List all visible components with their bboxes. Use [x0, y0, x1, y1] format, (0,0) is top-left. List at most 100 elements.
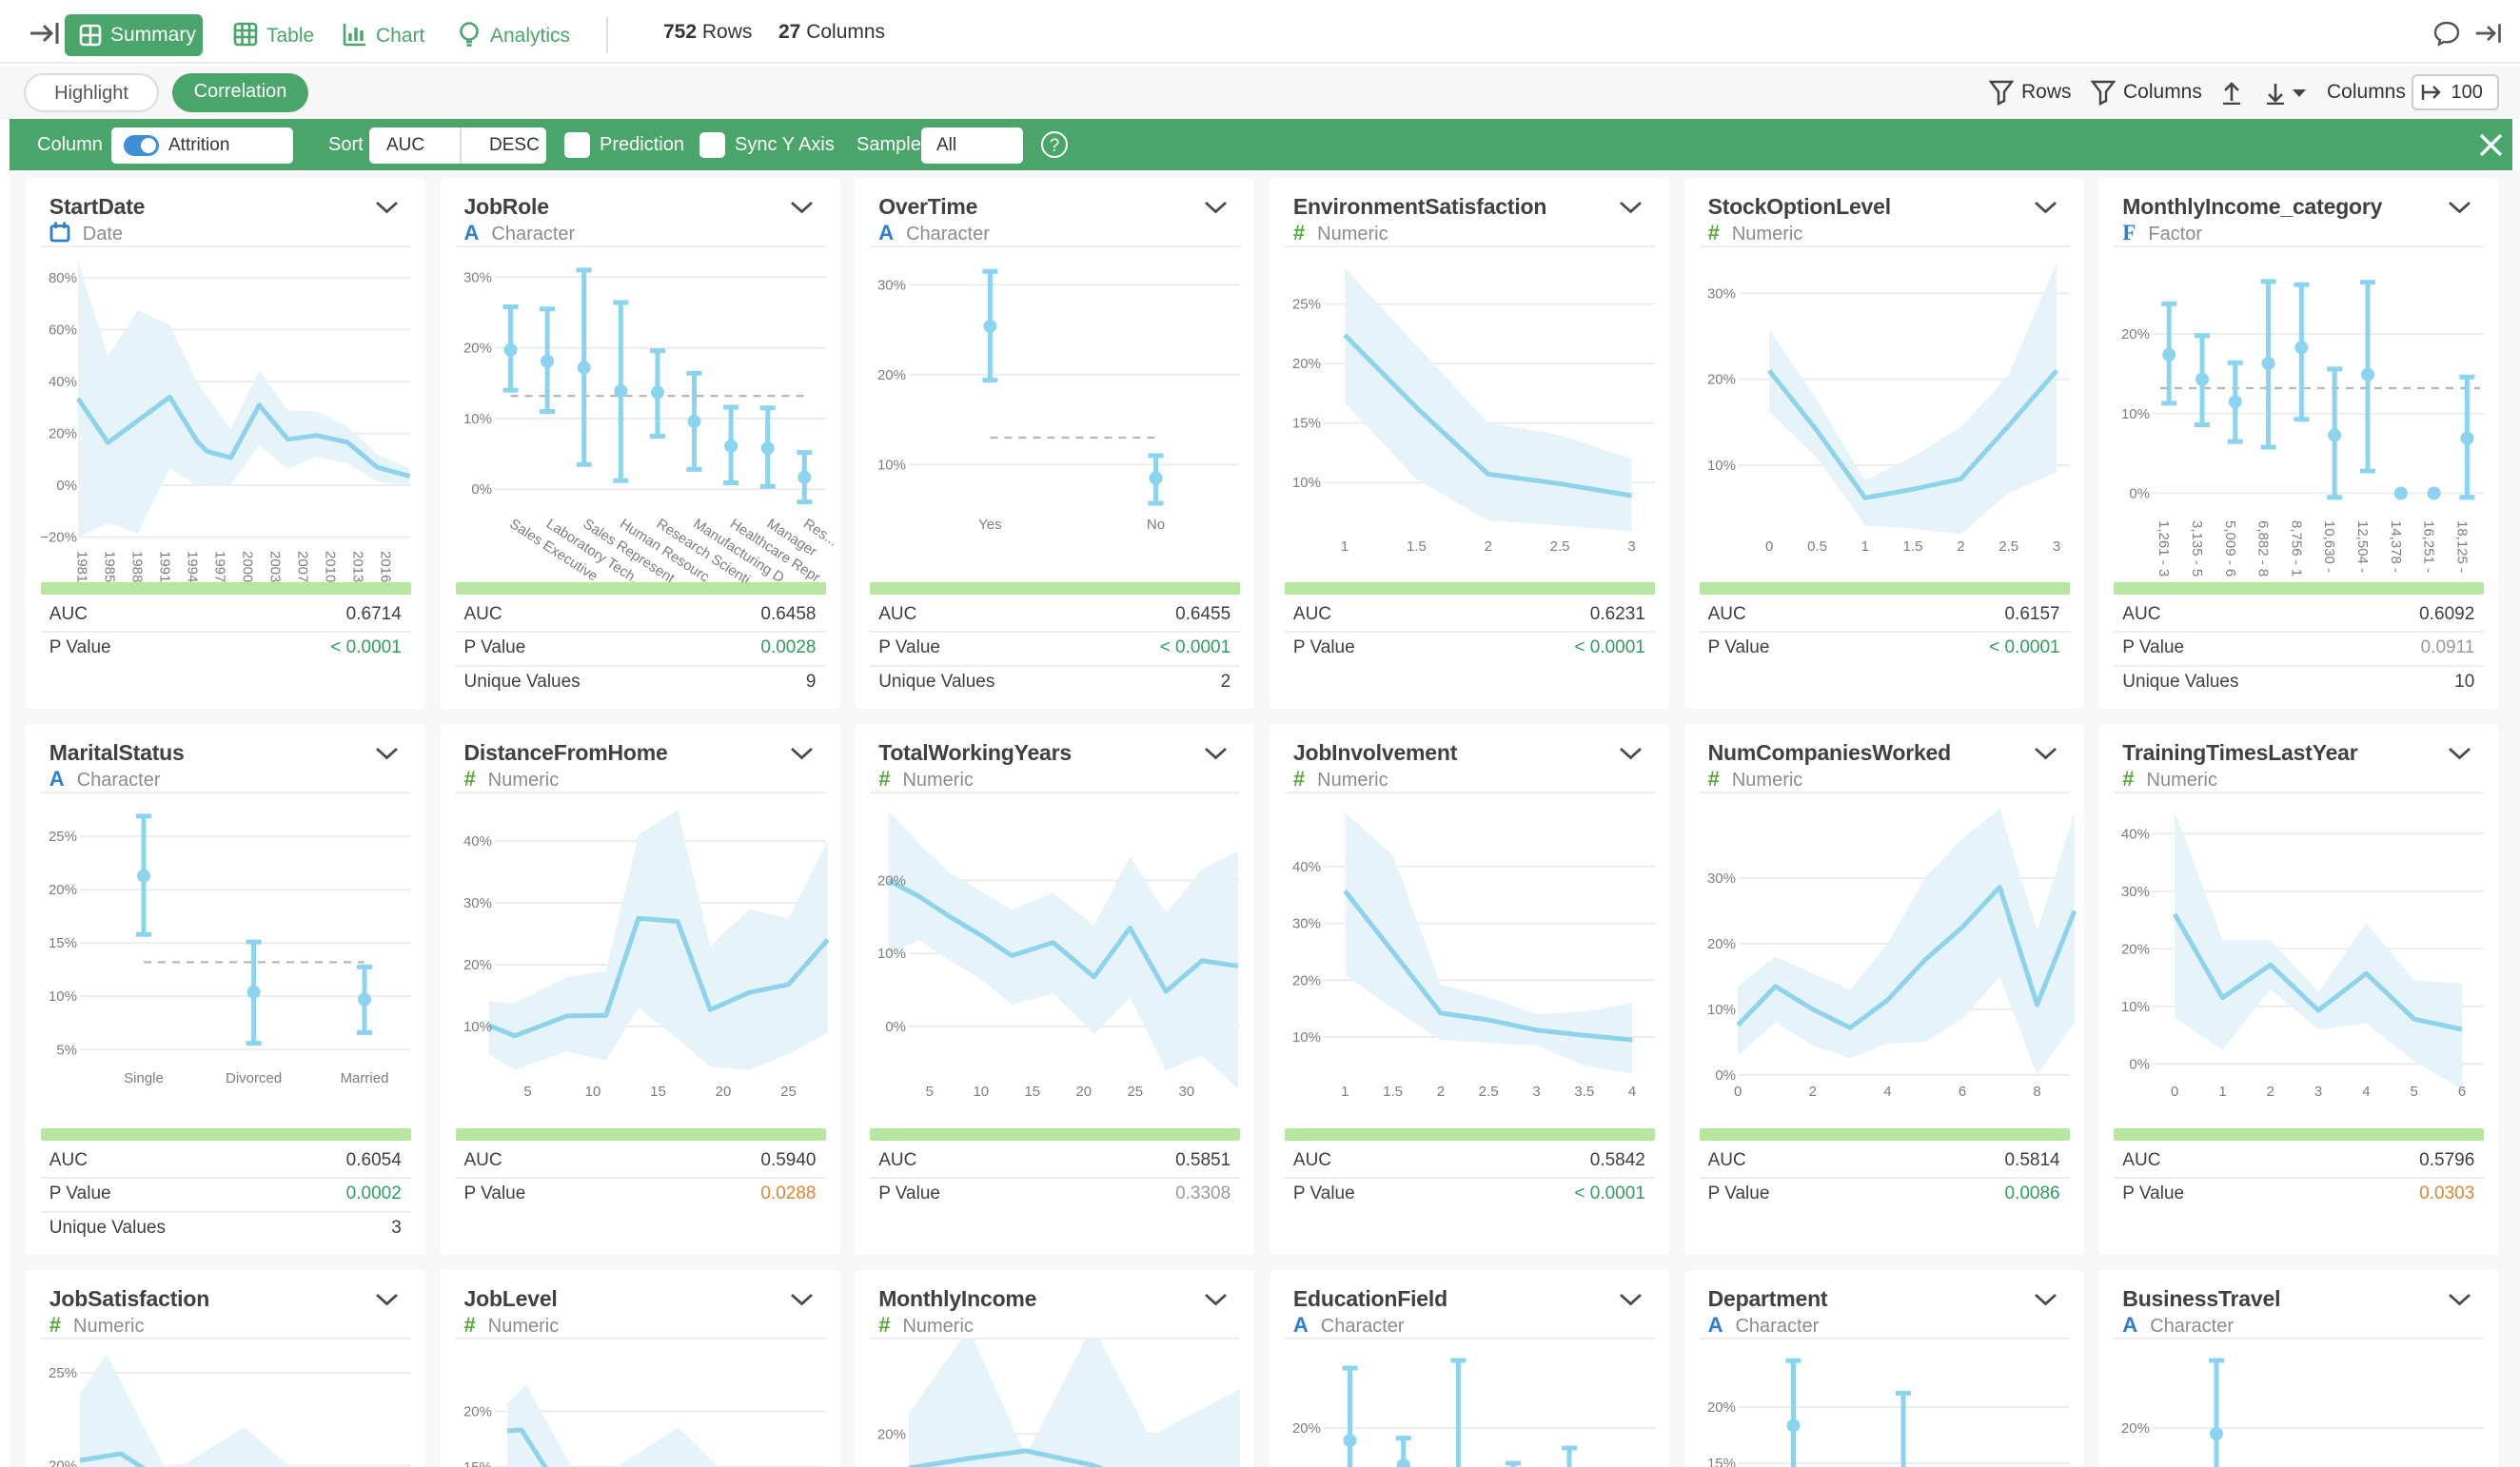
- svg-text:2016: 2016: [377, 551, 393, 582]
- svg-text:0%: 0%: [56, 478, 77, 494]
- svg-text:1991: 1991: [156, 551, 172, 582]
- svg-text:4: 4: [1628, 1084, 1636, 1100]
- svg-text:10%: 10%: [463, 1019, 491, 1035]
- svg-text:3: 3: [1532, 1084, 1540, 1100]
- svg-text:6: 6: [1958, 1084, 1965, 1100]
- svg-text:20%: 20%: [463, 957, 491, 973]
- svg-text:6,882 - 8: 6,882 - 8: [2255, 520, 2272, 577]
- svg-text:0: 0: [2171, 1084, 2178, 1100]
- svg-text:1: 1: [2219, 1084, 2227, 1100]
- svg-text:20%: 20%: [877, 872, 906, 889]
- svg-text:16,251 -: 16,251 -: [2421, 520, 2437, 573]
- svg-text:2.5: 2.5: [1998, 538, 2018, 555]
- svg-text:20: 20: [715, 1084, 731, 1100]
- svg-text:20%: 20%: [49, 882, 77, 898]
- svg-text:1981: 1981: [73, 551, 89, 582]
- svg-text:30%: 30%: [877, 277, 906, 293]
- svg-text:30%: 30%: [463, 895, 491, 911]
- svg-text:3: 3: [2314, 1084, 2322, 1100]
- svg-text:20%: 20%: [877, 1426, 906, 1442]
- svg-text:2010: 2010: [322, 551, 338, 582]
- svg-text:10%: 10%: [1292, 475, 1321, 491]
- svg-text:No: No: [1147, 517, 1165, 533]
- svg-text:2003: 2003: [266, 551, 283, 582]
- svg-text:40%: 40%: [463, 833, 491, 850]
- svg-text:1.5: 1.5: [1407, 538, 1427, 555]
- svg-text:25: 25: [780, 1084, 797, 1100]
- svg-text:60%: 60%: [49, 322, 77, 338]
- svg-text:20%: 20%: [1292, 1420, 1321, 1437]
- svg-text:Divorced: Divorced: [226, 1070, 282, 1086]
- svg-text:3.5: 3.5: [1574, 1084, 1594, 1100]
- svg-text:10%: 10%: [49, 988, 77, 1005]
- svg-text:2: 2: [1437, 1084, 1445, 1100]
- svg-text:Single: Single: [124, 1070, 164, 1086]
- svg-text:25: 25: [1128, 1084, 1144, 1100]
- svg-text:2007: 2007: [294, 551, 310, 582]
- svg-text:40%: 40%: [2121, 826, 2150, 842]
- svg-text:30%: 30%: [1707, 285, 1736, 302]
- svg-text:10,630 -: 10,630 -: [2321, 520, 2337, 573]
- svg-text:10%: 10%: [877, 946, 906, 962]
- svg-text:3: 3: [2052, 538, 2059, 555]
- svg-text:10%: 10%: [1707, 1001, 1736, 1017]
- svg-text:1: 1: [1341, 1084, 1349, 1100]
- svg-text:20%: 20%: [877, 366, 906, 382]
- svg-text:20%: 20%: [49, 425, 77, 441]
- svg-text:15%: 15%: [49, 935, 77, 951]
- svg-text:20%: 20%: [463, 1403, 491, 1419]
- svg-text:1,261 - 3: 1,261 - 3: [2156, 520, 2172, 577]
- svg-text:Yes: Yes: [978, 517, 1001, 533]
- svg-text:2: 2: [1957, 538, 1964, 555]
- svg-text:80%: 80%: [49, 270, 77, 286]
- svg-text:1994: 1994: [184, 551, 200, 582]
- svg-text:10: 10: [584, 1084, 600, 1100]
- svg-text:1988: 1988: [128, 551, 145, 582]
- svg-text:−20%: −20%: [40, 529, 77, 545]
- svg-text:30%: 30%: [1292, 915, 1321, 931]
- svg-text:20%: 20%: [1707, 935, 1736, 951]
- svg-text:6: 6: [2458, 1084, 2466, 1100]
- svg-text:5: 5: [2411, 1084, 2418, 1100]
- svg-text:20%: 20%: [2121, 941, 2150, 957]
- svg-text:10%: 10%: [2121, 405, 2150, 421]
- svg-text:15%: 15%: [1292, 415, 1321, 431]
- svg-text:40%: 40%: [1292, 858, 1321, 874]
- svg-text:18,125 -: 18,125 -: [2454, 520, 2471, 573]
- svg-text:2000: 2000: [239, 551, 255, 582]
- svg-text:10: 10: [974, 1084, 990, 1100]
- svg-text:0%: 0%: [2130, 485, 2151, 501]
- svg-text:2: 2: [1485, 538, 1492, 555]
- svg-text:3: 3: [1627, 538, 1635, 555]
- svg-text:1: 1: [1341, 538, 1349, 555]
- svg-text:4: 4: [2363, 1084, 2371, 1100]
- svg-text:20%: 20%: [49, 1457, 77, 1467]
- svg-text:20%: 20%: [1707, 1399, 1736, 1416]
- svg-text:0%: 0%: [471, 481, 492, 498]
- svg-text:30: 30: [1179, 1084, 1195, 1100]
- svg-text:20%: 20%: [463, 340, 491, 356]
- svg-text:12,504 -: 12,504 -: [2354, 520, 2371, 573]
- svg-text:40%: 40%: [49, 374, 77, 390]
- svg-text:2: 2: [1808, 1084, 1816, 1100]
- svg-text:10%: 10%: [877, 457, 906, 473]
- svg-text:10%: 10%: [1292, 1029, 1321, 1046]
- svg-text:0: 0: [1765, 538, 1773, 555]
- svg-text:10%: 10%: [2121, 998, 2150, 1014]
- svg-text:2.5: 2.5: [1550, 538, 1570, 555]
- svg-text:2: 2: [2267, 1084, 2274, 1100]
- svg-text:30%: 30%: [463, 269, 491, 285]
- svg-text:8,756 - 1: 8,756 - 1: [2289, 520, 2305, 577]
- svg-text:0.5: 0.5: [1807, 538, 1827, 555]
- svg-text:0: 0: [1734, 1084, 1742, 1100]
- svg-text:30%: 30%: [1707, 870, 1736, 886]
- svg-text:8: 8: [2033, 1084, 2040, 1100]
- svg-text:0%: 0%: [2130, 1056, 2151, 1072]
- svg-text:20: 20: [1076, 1084, 1093, 1100]
- svg-text:20%: 20%: [1292, 356, 1321, 372]
- svg-text:15: 15: [1025, 1084, 1041, 1100]
- svg-text:2013: 2013: [349, 551, 365, 582]
- svg-text:5: 5: [523, 1084, 531, 1100]
- svg-text:25%: 25%: [1292, 296, 1321, 312]
- svg-text:20%: 20%: [2121, 326, 2150, 342]
